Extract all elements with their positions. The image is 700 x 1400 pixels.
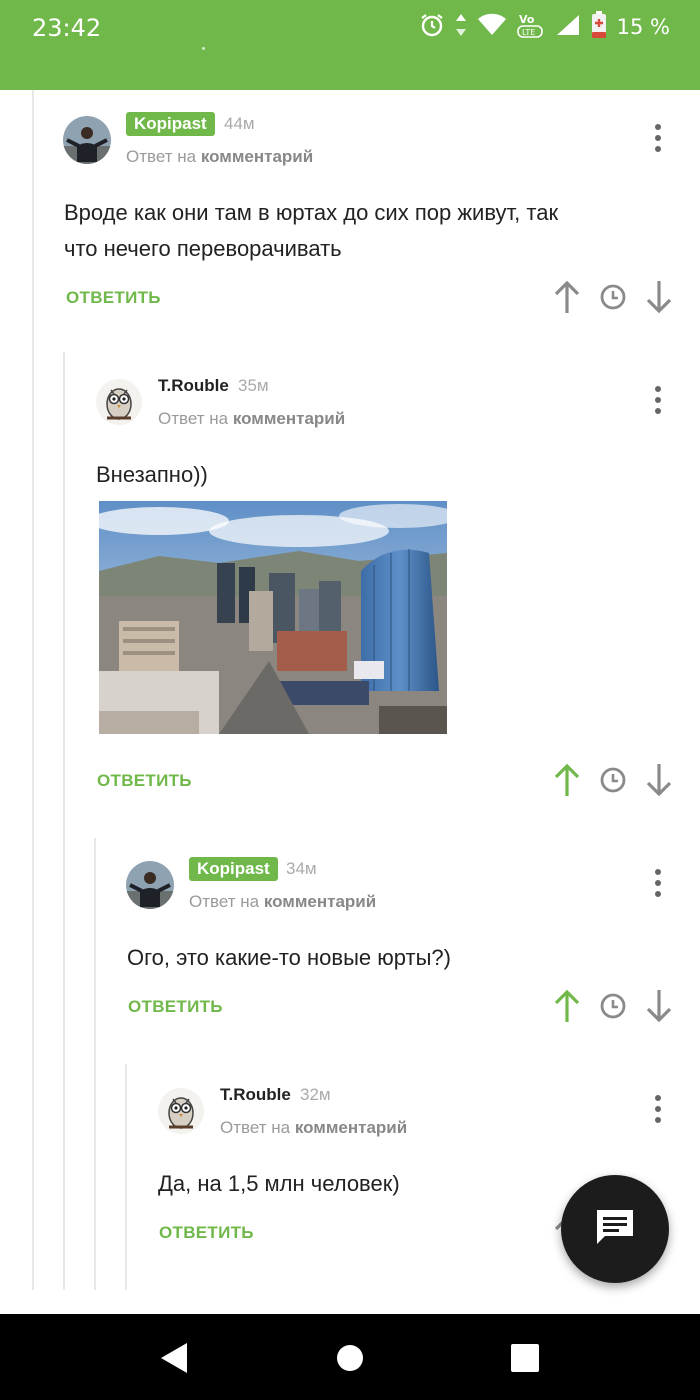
avatar[interactable] xyxy=(157,1087,205,1135)
arrow-down-icon[interactable] xyxy=(639,986,679,1026)
reply-button[interactable]: ОТВЕТИТЬ xyxy=(128,997,223,1017)
message-icon xyxy=(594,1207,636,1252)
clock-icon[interactable] xyxy=(593,277,633,317)
comment-age: 44м xyxy=(224,114,255,133)
reply-button[interactable]: ОТВЕТИТЬ xyxy=(66,288,161,308)
data-transfer-icon xyxy=(455,12,467,43)
arrow-down-icon[interactable] xyxy=(639,277,679,317)
status-dot xyxy=(202,47,205,50)
wifi-icon xyxy=(477,13,507,42)
status-icons: Vo LTE 15 % xyxy=(419,10,670,44)
thread-line-3 xyxy=(94,838,96,1290)
comment-age: 34м xyxy=(286,859,317,878)
reply-to-link[interactable]: Ответ на комментарий xyxy=(158,407,345,431)
reply-button[interactable]: ОТВЕТИТЬ xyxy=(159,1223,254,1243)
signal-icon xyxy=(555,13,581,42)
avatar[interactable] xyxy=(126,861,174,909)
reply-to-link[interactable]: Ответ на комментарий xyxy=(220,1116,407,1140)
thread-line-2 xyxy=(63,352,65,1290)
thread-line-1 xyxy=(32,90,34,1290)
svg-text:LTE: LTE xyxy=(522,28,535,37)
system-nav-bar xyxy=(0,1314,700,1400)
more-vertical-icon[interactable] xyxy=(646,380,670,420)
reply-to-link[interactable]: Ответ на комментарий xyxy=(189,890,376,914)
arrow-up-icon[interactable] xyxy=(547,277,587,317)
arrow-up-icon[interactable] xyxy=(547,986,587,1026)
clock-icon[interactable] xyxy=(593,760,633,800)
volte-icon: Vo LTE xyxy=(516,11,545,44)
thread-line-4 xyxy=(125,1064,127,1290)
comment-text: Вроде как они там в юртах до сих пор жив… xyxy=(64,200,559,261)
status-time: 23:42 xyxy=(32,14,102,42)
recents-icon[interactable] xyxy=(503,1336,547,1380)
new-comment-fab[interactable] xyxy=(561,1175,669,1283)
back-icon[interactable] xyxy=(152,1336,196,1380)
comment-text: Ого, это какие-то новые юрты?) xyxy=(127,945,451,970)
arrow-up-icon[interactable] xyxy=(547,760,587,800)
author-name[interactable]: T.Rouble xyxy=(220,1083,291,1107)
reply-button[interactable]: ОТВЕТИТЬ xyxy=(97,771,192,791)
author-name[interactable]: Kopipast xyxy=(126,112,215,136)
battery-percent: 15 % xyxy=(616,15,670,39)
avatar[interactable] xyxy=(95,378,143,426)
comment-age: 32м xyxy=(300,1085,331,1104)
home-icon[interactable] xyxy=(328,1336,372,1380)
arrow-down-icon[interactable] xyxy=(639,760,679,800)
more-vertical-icon[interactable] xyxy=(646,863,670,903)
alarm-icon xyxy=(419,12,445,43)
avatar[interactable] xyxy=(63,116,111,164)
more-vertical-icon[interactable] xyxy=(646,118,670,158)
comment-age: 35м xyxy=(238,376,269,395)
battery-icon xyxy=(591,10,607,44)
comment-text: Внезапно)) xyxy=(96,462,208,487)
reply-to-link[interactable]: Ответ на комментарий xyxy=(126,145,313,169)
author-name[interactable]: T.Rouble xyxy=(158,374,229,398)
author-name[interactable]: Kopipast xyxy=(189,857,278,881)
status-bar: 23:42 Vo LTE 15 % xyxy=(0,0,700,90)
comment-text: Да, на 1,5 млн человек) xyxy=(158,1171,400,1196)
attached-city-photo[interactable] xyxy=(99,501,447,734)
clock-icon[interactable] xyxy=(593,986,633,1026)
more-vertical-icon[interactable] xyxy=(646,1089,670,1129)
svg-text:Vo: Vo xyxy=(519,13,535,26)
